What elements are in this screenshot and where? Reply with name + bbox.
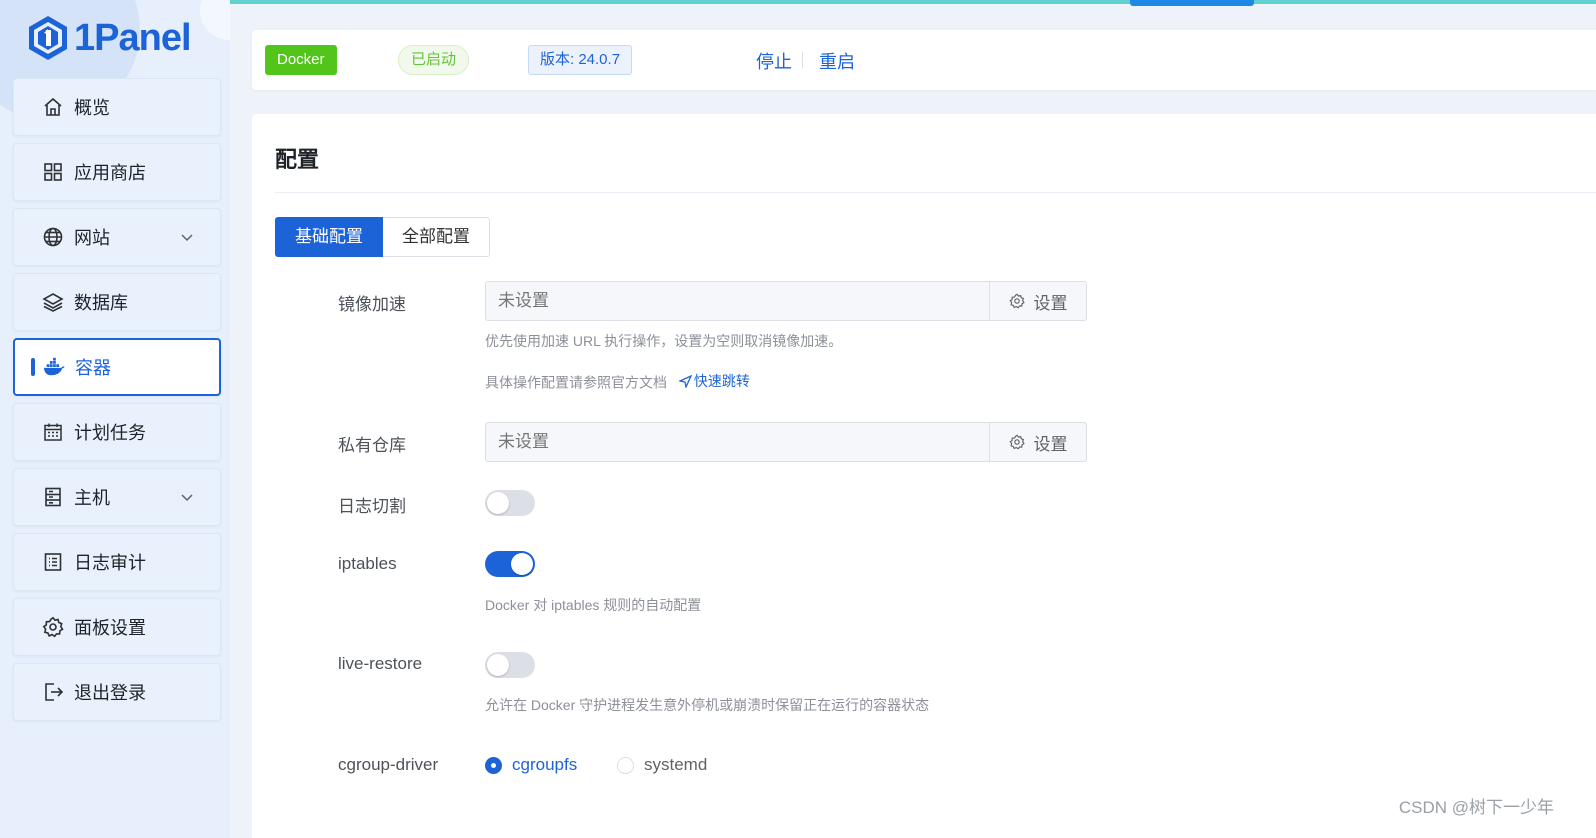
sidebar-item-label: 网站 — [74, 228, 110, 248]
sidebar-item-label: 日志审计 — [74, 553, 146, 573]
restart-button[interactable]: 重启 — [819, 48, 855, 74]
doc-hint-text: 具体操作配置请参照官方文档 — [485, 374, 667, 391]
sidebar-item-website[interactable]: 网站 — [13, 208, 221, 266]
sidebar-item-container[interactable]: 容器 — [13, 338, 221, 396]
grid-icon — [42, 161, 64, 183]
sidebar-nav: 概览 应用商店 网站 数据库 容器 计划任务 主机 日志审计 面板设置 退出登录 — [13, 78, 221, 728]
button-label: 设置 — [1033, 434, 1068, 454]
logo-text: 1Panel — [74, 17, 192, 59]
active-indicator — [31, 358, 35, 376]
config-mode-tabs: 基础配置 全部配置 — [275, 217, 490, 257]
registry-input[interactable] — [485, 422, 989, 462]
live-restore-help-text: 允许在 Docker 守护进程发生意外停机或崩溃时保留正在运行的容器状态 — [485, 697, 930, 713]
divider — [275, 192, 1596, 193]
sidebar-item-overview[interactable]: 概览 — [13, 78, 221, 136]
sidebar-item-label: 数据库 — [74, 293, 128, 313]
docker-status-bar: Docker 已启动 版本: 24.0.7 停止 重启 — [252, 30, 1596, 90]
iptables-switch[interactable] — [485, 551, 535, 577]
mirror-help-text: 优先使用加速 URL 执行操作，设置为空则取消镜像加速。 — [485, 333, 843, 349]
watermark: CSDN @树下一少年 — [1398, 798, 1554, 817]
server-icon — [42, 486, 64, 508]
gear-icon — [1008, 434, 1025, 450]
calendar-icon — [42, 421, 64, 443]
sidebar-item-cron-jobs[interactable]: 计划任务 — [13, 403, 221, 461]
mirror-doc-hint: 具体操作配置请参照官方文档 快速跳转 — [485, 371, 750, 393]
iptables-label: iptables — [338, 554, 397, 573]
gear-icon — [1008, 293, 1025, 309]
status-badge: 已启动 — [398, 45, 470, 75]
sidebar: 1Panel 概览 应用商店 网站 数据库 容器 计划任务 主机 日志审计 面板… — [0, 0, 230, 838]
stop-button[interactable]: 停止 — [756, 48, 792, 74]
tab-all-config[interactable]: 全部配置 — [383, 217, 490, 257]
registry-input-group: 设置 — [485, 422, 1087, 462]
sidebar-item-database[interactable]: 数据库 — [13, 273, 221, 331]
registry-label: 私有仓库 — [338, 436, 406, 455]
sidebar-item-label: 面板设置 — [74, 618, 146, 638]
mirror-input[interactable] — [485, 281, 989, 321]
sidebar-item-host[interactable]: 主机 — [13, 468, 221, 526]
button-label: 设置 — [1033, 293, 1068, 313]
radio-label: systemd — [644, 755, 708, 774]
sidebar-item-log-audit[interactable]: 日志审计 — [13, 533, 221, 591]
cgroup-driver-label: cgroup-driver — [338, 755, 439, 774]
sidebar-item-label: 退出登录 — [74, 683, 146, 703]
quick-jump-link[interactable]: 快速跳转 — [678, 371, 750, 391]
top-accent-bar — [0, 0, 1596, 6]
divider — [802, 52, 803, 68]
layers-icon — [42, 291, 64, 313]
gear-icon — [42, 616, 64, 638]
switch-knob — [511, 553, 533, 575]
radio-dot — [617, 756, 634, 774]
chevron-down-icon[interactable] — [180, 490, 194, 504]
logo-icon — [29, 16, 67, 60]
version-tag: 版本: 24.0.7 — [528, 45, 633, 75]
radio-cgroupfs[interactable]: cgroupfs — [485, 755, 577, 775]
radio-systemd[interactable]: systemd — [617, 755, 707, 775]
switch-knob — [487, 654, 509, 676]
sidebar-item-label: 计划任务 — [74, 423, 146, 443]
sidebar-item-label: 应用商店 — [74, 163, 146, 183]
sidebar-item-logout[interactable]: 退出登录 — [13, 663, 221, 721]
log-icon — [42, 551, 64, 573]
logo[interactable]: 1Panel — [26, 14, 192, 62]
logout-icon — [42, 681, 64, 703]
mirror-label: 镜像加速 — [338, 295, 406, 314]
switch-knob — [487, 492, 509, 514]
docker-icon — [43, 356, 65, 378]
sidebar-item-panel-settings[interactable]: 面板设置 — [13, 598, 221, 656]
radio-dot — [485, 756, 502, 774]
sidebar-item-label: 主机 — [74, 488, 110, 508]
mirror-input-group: 设置 — [485, 281, 1087, 321]
radio-label: cgroupfs — [512, 755, 578, 774]
send-icon — [678, 374, 692, 388]
registry-settings-button[interactable]: 设置 — [989, 422, 1087, 462]
live-restore-label: live-restore — [338, 654, 423, 673]
sidebar-item-label: 概览 — [74, 98, 110, 118]
config-card: 配置 基础配置 全部配置 镜像加速 设置 优先使用加速 URL 执行操作，设置为… — [252, 114, 1596, 838]
live-restore-switch[interactable] — [485, 652, 535, 678]
quick-jump-label: 快速跳转 — [693, 373, 750, 389]
sidebar-item-label: 容器 — [75, 358, 111, 378]
page-title: 配置 — [275, 147, 320, 172]
log-rotate-switch[interactable] — [485, 490, 535, 516]
mirror-settings-button[interactable]: 设置 — [989, 281, 1087, 321]
top-progress-segment — [1130, 0, 1254, 6]
tab-basic-config[interactable]: 基础配置 — [275, 217, 383, 257]
home-icon — [42, 96, 64, 118]
iptables-help-text: Docker 对 iptables 规则的自动配置 — [485, 597, 702, 613]
globe-icon — [42, 226, 64, 248]
log-rotate-label: 日志切割 — [338, 497, 406, 516]
chevron-down-icon[interactable] — [180, 230, 194, 244]
service-name-tag: Docker — [265, 45, 337, 75]
sidebar-decoration — [200, 0, 230, 40]
sidebar-item-app-store[interactable]: 应用商店 — [13, 143, 221, 201]
